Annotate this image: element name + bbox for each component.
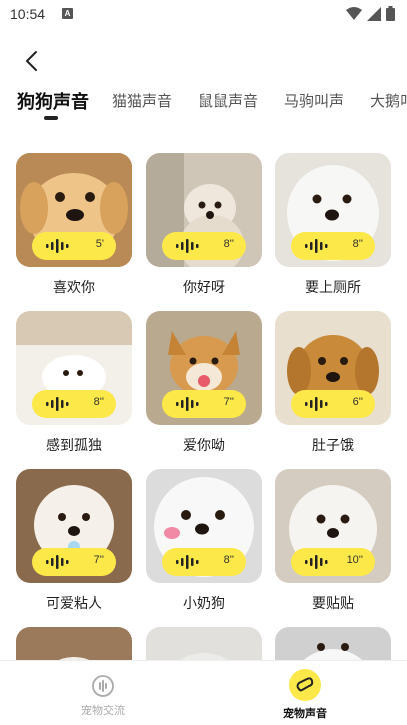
play-sound-button[interactable]: 7'' xyxy=(162,390,246,418)
nav-pet-sounds[interactable]: 宠物声音 xyxy=(240,661,370,725)
sound-wave-icon xyxy=(176,239,199,253)
play-sound-button[interactable]: 10'' xyxy=(291,548,375,576)
sound-card: 7'' 可爱粘人 xyxy=(16,469,132,613)
tab-indicator xyxy=(44,116,58,120)
nav-label: 宠物声音 xyxy=(283,707,327,720)
sound-label: 你好呀 xyxy=(183,280,225,296)
sound-wave-icon xyxy=(176,555,199,569)
sound-card-photo[interactable]: 8'' xyxy=(16,311,132,425)
play-sound-button[interactable]: 8'' xyxy=(32,390,116,418)
sound-card: 8'' 要上厕所 xyxy=(275,153,391,297)
sound-card-photo[interactable]: 6'' xyxy=(275,311,391,425)
sound-label: 爱你呦 xyxy=(183,438,225,454)
sound-duration: 10'' xyxy=(346,554,363,566)
sound-wave-icon xyxy=(305,239,328,253)
sound-card-photo[interactable]: 8'' xyxy=(275,153,391,267)
tab-horse-sounds[interactable]: 马驹叫声 xyxy=(284,90,344,111)
bottom-nav: 宠物交流 宠物声音 xyxy=(0,660,407,725)
status-icons xyxy=(346,6,395,21)
dog-photo-icon xyxy=(275,627,391,660)
sound-card-photo[interactable] xyxy=(16,627,132,660)
sound-card: 8'' 感到孤独 xyxy=(16,311,132,455)
sound-wave-icon xyxy=(46,239,69,253)
sound-duration: 8'' xyxy=(223,554,234,566)
sound-card: 5' 喜欢你 xyxy=(16,153,132,297)
sound-duration: 8'' xyxy=(352,238,363,250)
play-sound-button[interactable]: 8'' xyxy=(162,232,246,260)
sound-duration: 7'' xyxy=(93,554,104,566)
sound-card-photo[interactable]: 8'' xyxy=(146,469,262,583)
sound-wave-icon xyxy=(176,397,199,411)
notification-badge-icon: A xyxy=(62,8,73,19)
sound-card: 8'' 你好呀 xyxy=(146,153,262,297)
tab-goose-sounds[interactable]: 大鹅叫 xyxy=(370,90,407,111)
back-button[interactable] xyxy=(16,46,46,76)
battery-icon xyxy=(386,6,395,21)
sound-label: 感到孤独 xyxy=(46,438,102,454)
sound-wave-icon xyxy=(46,397,69,411)
tab-cat-sounds[interactable]: 猫猫声音 xyxy=(112,90,172,111)
sound-duration: 6'' xyxy=(352,396,363,408)
sound-wave-icon xyxy=(305,397,328,411)
sound-grid: 5' 喜欢你 8'' 你好呀 8'' 要上厕所 8'' 感到孤独 7'' 爱你呦… xyxy=(0,153,407,660)
play-sound-button[interactable]: 8'' xyxy=(291,232,375,260)
sound-card-photo[interactable] xyxy=(275,627,391,660)
nav-label: 宠物交流 xyxy=(81,704,125,717)
chat-icon xyxy=(92,675,114,697)
play-sound-button[interactable]: 8'' xyxy=(162,548,246,576)
sound-card-photo[interactable]: 10'' xyxy=(275,469,391,583)
sound-label: 要贴贴 xyxy=(312,596,354,612)
dog-photo-icon xyxy=(16,627,132,660)
sound-card-photo[interactable]: 7'' xyxy=(16,469,132,583)
sound-card xyxy=(146,627,262,660)
dog-photo-icon xyxy=(146,627,262,660)
status-bar: 10:54 A xyxy=(0,0,407,30)
tab-dog-sounds[interactable]: 狗狗声音 xyxy=(17,88,89,114)
tab-mouse-sounds[interactable]: 鼠鼠声音 xyxy=(198,90,258,111)
sound-duration: 8'' xyxy=(93,396,104,408)
play-sound-button[interactable]: 7'' xyxy=(32,548,116,576)
play-sound-button[interactable]: 6'' xyxy=(291,390,375,418)
play-sound-button[interactable]: 5' xyxy=(32,232,116,260)
sound-wave-icon xyxy=(305,555,328,569)
sound-label: 肚子饿 xyxy=(312,438,354,454)
sound-card: 10'' 要贴贴 xyxy=(275,469,391,613)
sound-duration: 5' xyxy=(95,238,104,250)
wifi-icon xyxy=(346,6,362,20)
sound-card-photo[interactable]: 7'' xyxy=(146,311,262,425)
sound-card xyxy=(16,627,132,660)
sound-label: 小奶狗 xyxy=(183,596,225,612)
sound-duration: 8'' xyxy=(223,238,234,250)
sound-label: 可爱粘人 xyxy=(46,596,102,612)
sound-wave-icon xyxy=(46,555,69,569)
sound-duration: 7'' xyxy=(223,396,234,408)
sound-card: 6'' 肚子饿 xyxy=(275,311,391,455)
sound-card-photo[interactable] xyxy=(146,627,262,660)
sound-icon xyxy=(289,669,321,701)
sound-card-photo[interactable]: 5' xyxy=(16,153,132,267)
sound-label: 要上厕所 xyxy=(305,280,361,296)
sound-card: 8'' 小奶狗 xyxy=(146,469,262,613)
status-time: 10:54 xyxy=(10,6,46,22)
chevron-left-icon xyxy=(26,51,37,71)
sound-card: 7'' 爱你呦 xyxy=(146,311,262,455)
category-tabs: 狗狗声音 猫猫声音 鼠鼠声音 马驹叫声 大鹅叫 xyxy=(0,84,407,124)
sound-card xyxy=(275,627,391,660)
sound-label: 喜欢你 xyxy=(53,280,95,296)
sound-card-photo[interactable]: 8'' xyxy=(146,153,262,267)
signal-icon xyxy=(367,6,381,21)
nav-pet-communication[interactable]: 宠物交流 xyxy=(38,661,168,725)
